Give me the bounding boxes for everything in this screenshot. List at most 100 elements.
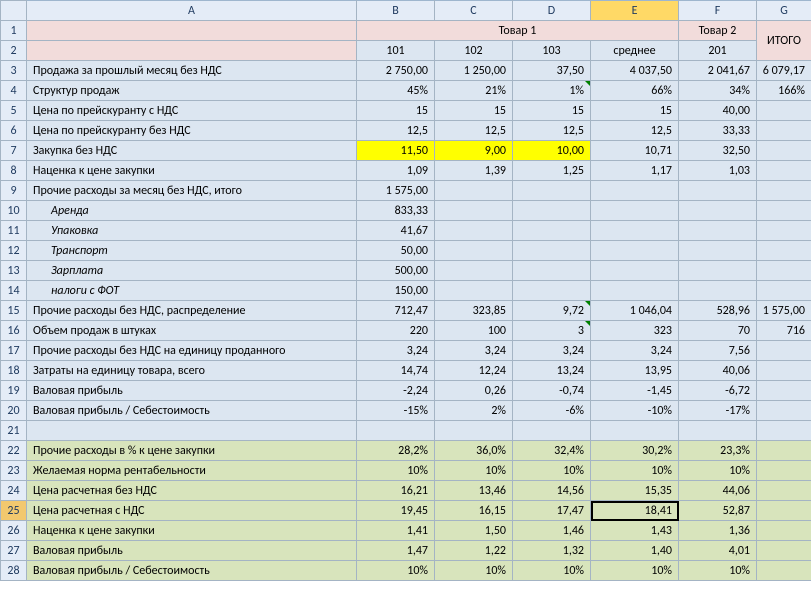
row-label-22[interactable]: Прочие расходы в % к цене закупки [27,441,357,461]
cell-26B[interactable]: 1,41 [357,521,435,541]
cell-7E[interactable]: 10,71 [591,141,679,161]
cell-25G[interactable] [757,501,811,521]
cell-19C[interactable]: 0,26 [435,381,513,401]
cell-4C[interactable]: 21% [435,81,513,101]
cell-22C[interactable]: 36,0% [435,441,513,461]
cell-6F[interactable]: 33,33 [679,121,757,141]
cell-11E[interactable] [591,221,679,241]
cell-11C[interactable] [435,221,513,241]
row-header-2[interactable]: 2 [1,41,27,61]
row-label-8[interactable]: Наценка к цене закупки [27,161,357,181]
cell-201[interactable]: 201 [679,41,757,61]
cell-20G[interactable] [757,401,811,421]
cell-22G[interactable] [757,441,811,461]
cell-9E[interactable] [591,181,679,201]
cell-24E[interactable]: 15,35 [591,481,679,501]
cell-28G[interactable] [757,561,811,581]
cell-28B[interactable]: 10% [357,561,435,581]
cell-5C[interactable]: 15 [435,101,513,121]
cell-10G[interactable] [757,201,811,221]
row-label-7[interactable]: Закупка без НДС [27,141,357,161]
row-header-4[interactable]: 4 [1,81,27,101]
cell-27C[interactable]: 1,22 [435,541,513,561]
cell-22E[interactable]: 30,2% [591,441,679,461]
cell-24B[interactable]: 16,21 [357,481,435,501]
cell-24C[interactable]: 13,46 [435,481,513,501]
cell-tovar2[interactable]: Товар 2 [679,21,757,41]
cell-6D[interactable]: 12,5 [513,121,591,141]
cell-18B[interactable]: 14,74 [357,361,435,381]
cell-21B[interactable] [357,421,435,441]
cell-17F[interactable]: 7,56 [679,341,757,361]
cell-3D[interactable]: 37,50 [513,61,591,81]
cell-18C[interactable]: 12,24 [435,361,513,381]
cell-23E[interactable]: 10% [591,461,679,481]
cell-11F[interactable] [679,221,757,241]
cell-tovar1[interactable]: Товар 1 [357,21,679,41]
cell-avg[interactable]: среднее [591,41,679,61]
cell-24D[interactable]: 14,56 [513,481,591,501]
cell-13B[interactable]: 500,00 [357,261,435,281]
cell-23B[interactable]: 10% [357,461,435,481]
cell-11G[interactable] [757,221,811,241]
cell-3F[interactable]: 2 041,67 [679,61,757,81]
cell-14F[interactable] [679,281,757,301]
cell-101[interactable]: 101 [357,41,435,61]
cell-24F[interactable]: 44,06 [679,481,757,501]
cell-16D[interactable]: 3 [513,321,591,341]
cell-10C[interactable] [435,201,513,221]
cell-12D[interactable] [513,241,591,261]
cell-15D[interactable]: 9,72 [513,301,591,321]
cell-20B[interactable]: -15% [357,401,435,421]
cell-7D[interactable]: 10,00 [513,141,591,161]
cell-21E[interactable] [591,421,679,441]
cell-9B[interactable]: 1 575,00 [357,181,435,201]
row-label-11[interactable]: Упаковка [27,221,357,241]
cell-25B[interactable]: 19,45 [357,501,435,521]
cell-21C[interactable] [435,421,513,441]
cell-itogo[interactable]: ИТОГО [757,21,811,61]
cell-16B[interactable]: 220 [357,321,435,341]
col-header-A[interactable]: A [27,1,357,21]
row-header-7[interactable]: 7 [1,141,27,161]
cell-7C[interactable]: 9,00 [435,141,513,161]
cell-20D[interactable]: -6% [513,401,591,421]
select-all-corner[interactable] [1,1,27,21]
cell-13F[interactable] [679,261,757,281]
cell-16F[interactable]: 70 [679,321,757,341]
row-label-5[interactable]: Цена по прейскуранту с НДС [27,101,357,121]
cell-14B[interactable]: 150,00 [357,281,435,301]
cell-25D[interactable]: 17,47 [513,501,591,521]
row-label-23[interactable]: Желаемая норма рентабельности [27,461,357,481]
cell-103[interactable]: 103 [513,41,591,61]
row-label-16[interactable]: Объем продаж в штуках [27,321,357,341]
cell-10D[interactable] [513,201,591,221]
row-label-24[interactable]: Цена расчетная без НДС [27,481,357,501]
row-label-13[interactable]: Зарплата [27,261,357,281]
cell-26E[interactable]: 1,43 [591,521,679,541]
row-header-24[interactable]: 24 [1,481,27,501]
row-header-10[interactable]: 10 [1,201,27,221]
cell-27G[interactable] [757,541,811,561]
cell-28C[interactable]: 10% [435,561,513,581]
cell-13C[interactable] [435,261,513,281]
row-label-3[interactable]: Продажа за прошлый месяц без НДС [27,61,357,81]
cell-17E[interactable]: 3,24 [591,341,679,361]
row-label-4[interactable]: Структур продаж [27,81,357,101]
cell-3G[interactable]: 6 079,17 [757,61,811,81]
cell-13G[interactable] [757,261,811,281]
cell-7F[interactable]: 32,50 [679,141,757,161]
cell-23G[interactable] [757,461,811,481]
cell-9C[interactable] [435,181,513,201]
row-label-20[interactable]: Валовая прибыль / Себестоимость [27,401,357,421]
cell-8G[interactable] [757,161,811,181]
row-header-12[interactable]: 12 [1,241,27,261]
row-header-14[interactable]: 14 [1,281,27,301]
cell-17C[interactable]: 3,24 [435,341,513,361]
cell-4D[interactable]: 1% [513,81,591,101]
cell-15F[interactable]: 528,96 [679,301,757,321]
cell-16C[interactable]: 100 [435,321,513,341]
cell-28F[interactable]: 10% [679,561,757,581]
cell-3E[interactable]: 4 037,50 [591,61,679,81]
row-header-19[interactable]: 19 [1,381,27,401]
